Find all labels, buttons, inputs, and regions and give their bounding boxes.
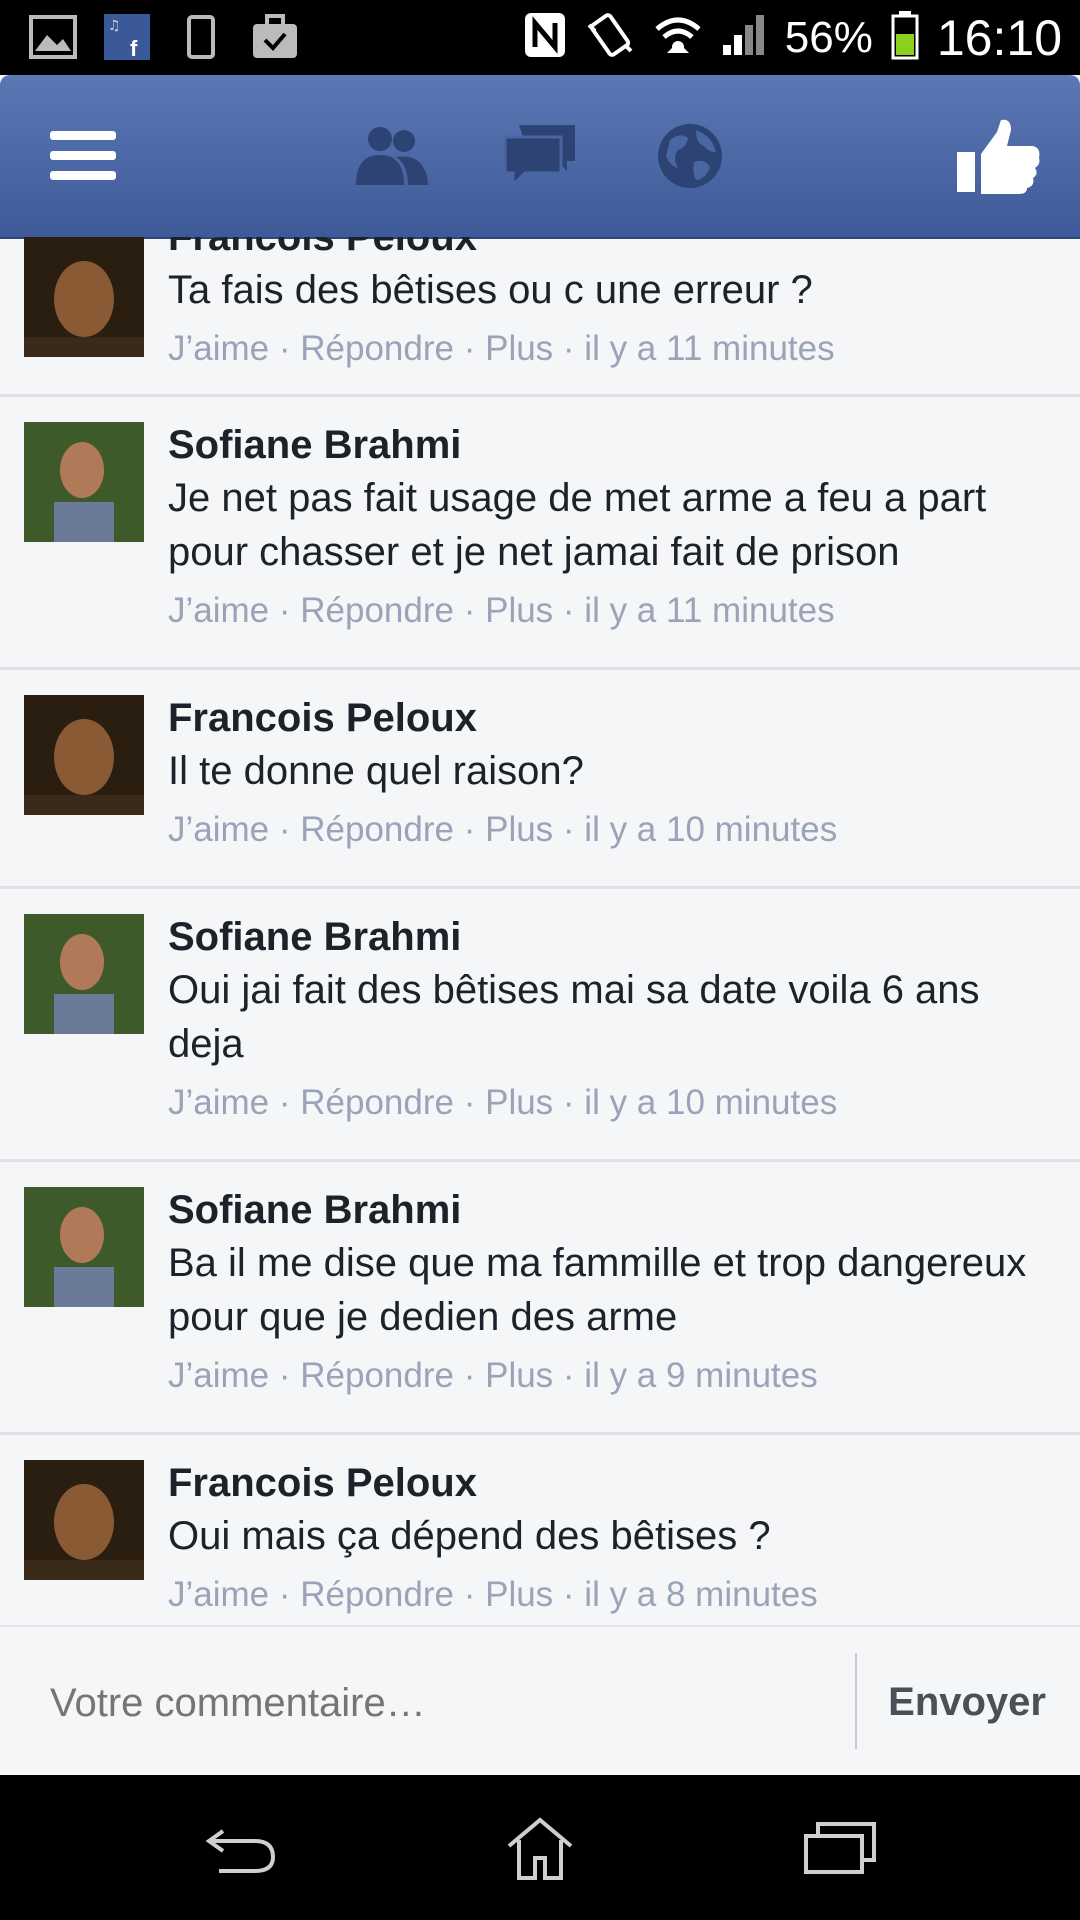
svg-text:♫: ♫ xyxy=(108,18,121,34)
friends-icon[interactable] xyxy=(340,75,440,237)
comment-actions: J’aime · Répondre · Plus · il y a 11 min… xyxy=(168,591,835,630)
comment-text: Ta fais des bêtises ou c une erreur ? xyxy=(168,268,813,312)
battery-icon xyxy=(891,10,919,65)
comment-time: il y a 9 minutes xyxy=(584,1356,818,1395)
comment-time: il y a 11 minutes xyxy=(584,591,835,630)
reply-link[interactable]: Répondre xyxy=(300,591,454,630)
comment-actions: J’aime · Répondre · Plus · il y a 8 minu… xyxy=(168,1575,818,1614)
navigation-bar xyxy=(0,1775,1080,1920)
more-link[interactable]: Plus xyxy=(485,810,553,849)
avatar[interactable] xyxy=(24,914,144,1034)
nfc-icon xyxy=(523,11,567,64)
more-link[interactable]: Plus xyxy=(485,1575,553,1614)
comment-time: il y a 8 minutes xyxy=(584,1575,818,1614)
battery-percent: 56% xyxy=(784,12,873,62)
comment: Sofiane Brahmi Je net pas fait usage de … xyxy=(0,397,1080,670)
reply-link[interactable]: Répondre xyxy=(300,1575,454,1614)
home-icon[interactable] xyxy=(460,1775,620,1920)
briefcase-icon xyxy=(250,12,300,62)
more-link[interactable]: Plus xyxy=(485,1083,553,1122)
notification-icons: f ♫ xyxy=(28,12,300,62)
comment-author[interactable]: Sofiane Brahmi xyxy=(168,1184,1056,1236)
phone-device-icon xyxy=(176,12,226,62)
like-link[interactable]: J’aime xyxy=(168,1356,269,1395)
comment-text: Je net pas fait usage de met arme a feu … xyxy=(168,476,987,574)
reply-link[interactable]: Répondre xyxy=(300,1083,454,1122)
comment-text: Oui mais ça dépend des bêtises ? xyxy=(168,1514,771,1558)
avatar[interactable] xyxy=(24,422,144,542)
avatar[interactable] xyxy=(24,237,144,357)
comment-time: il y a 11 minutes xyxy=(584,329,835,368)
comments-list[interactable]: Francois Peloux Ta fais des bêtises ou c… xyxy=(0,237,1080,1625)
signal-icon xyxy=(721,13,767,62)
globe-icon[interactable] xyxy=(640,75,740,237)
svg-text:f: f xyxy=(130,36,138,61)
messages-icon[interactable] xyxy=(490,75,590,237)
comment-text: Ba il me dise que ma fammille et trop da… xyxy=(168,1241,1027,1339)
reply-link[interactable]: Répondre xyxy=(300,810,454,849)
avatar[interactable] xyxy=(24,695,144,815)
app-bar xyxy=(0,75,1080,239)
comment-actions: J’aime · Répondre · Plus · il y a 10 min… xyxy=(168,1083,838,1122)
system-status: 56% 16:10 xyxy=(523,0,1062,75)
clock: 16:10 xyxy=(936,9,1062,66)
comment: Francois Peloux Ta fais des bêtises ou c… xyxy=(0,237,1080,397)
comment-actions: J’aime · Répondre · Plus · il y a 11 min… xyxy=(168,329,835,368)
reply-link[interactable]: Répondre xyxy=(300,1356,454,1395)
avatar[interactable] xyxy=(24,1460,144,1580)
more-link[interactable]: Plus xyxy=(485,329,553,368)
status-bar: f ♫ 56% 16:10 xyxy=(0,0,1080,75)
comment-composer: Envoyer xyxy=(0,1625,1080,1779)
avatar[interactable] xyxy=(24,1187,144,1307)
comment-author[interactable]: Sofiane Brahmi xyxy=(168,911,1056,963)
wifi-icon xyxy=(653,13,703,62)
comment: Sofiane Brahmi Oui jai fait des bêtises … xyxy=(0,889,1080,1162)
send-button[interactable]: Envoyer xyxy=(888,1627,1046,1777)
more-link[interactable]: Plus xyxy=(485,1356,553,1395)
vibrate-icon xyxy=(585,11,635,64)
like-link[interactable]: J’aime xyxy=(168,591,269,630)
comment: Sofiane Brahmi Ba il me dise que ma famm… xyxy=(0,1162,1080,1435)
comment-author[interactable]: Sofiane Brahmi xyxy=(168,419,1056,471)
like-link[interactable]: J’aime xyxy=(168,1083,269,1122)
composer-divider xyxy=(855,1653,857,1749)
like-link[interactable]: J’aime xyxy=(168,329,269,368)
comment-author[interactable]: Francois Peloux xyxy=(168,692,1056,744)
like-icon[interactable] xyxy=(948,75,1048,237)
reply-link[interactable]: Répondre xyxy=(300,329,454,368)
comment-actions: J’aime · Répondre · Plus · il y a 9 minu… xyxy=(168,1356,818,1395)
menu-icon[interactable] xyxy=(36,75,130,237)
comment-text: Oui jai fait des bêtises mai sa date voi… xyxy=(168,968,980,1066)
comment-actions: J’aime · Répondre · Plus · il y a 10 min… xyxy=(168,810,838,849)
comment-time: il y a 10 minutes xyxy=(584,810,838,849)
like-link[interactable]: J’aime xyxy=(168,1575,269,1614)
recent-apps-icon[interactable] xyxy=(760,1775,920,1920)
comment-text: Il te donne quel raison? xyxy=(168,749,584,793)
comment-time: il y a 10 minutes xyxy=(584,1083,838,1122)
comment-input[interactable] xyxy=(48,1627,842,1779)
gallery-icon xyxy=(28,12,78,62)
more-link[interactable]: Plus xyxy=(485,591,553,630)
like-link[interactable]: J’aime xyxy=(168,810,269,849)
facebook-music-icon: f ♫ xyxy=(102,12,152,62)
comment-author[interactable]: Francois Peloux xyxy=(168,1457,1056,1509)
back-icon[interactable] xyxy=(160,1775,320,1920)
comment-author[interactable]: Francois Peloux xyxy=(168,237,1056,263)
comment: Francois Peloux Oui mais ça dépend des b… xyxy=(0,1435,1080,1625)
comment: Francois Peloux Il te donne quel raison?… xyxy=(0,670,1080,889)
